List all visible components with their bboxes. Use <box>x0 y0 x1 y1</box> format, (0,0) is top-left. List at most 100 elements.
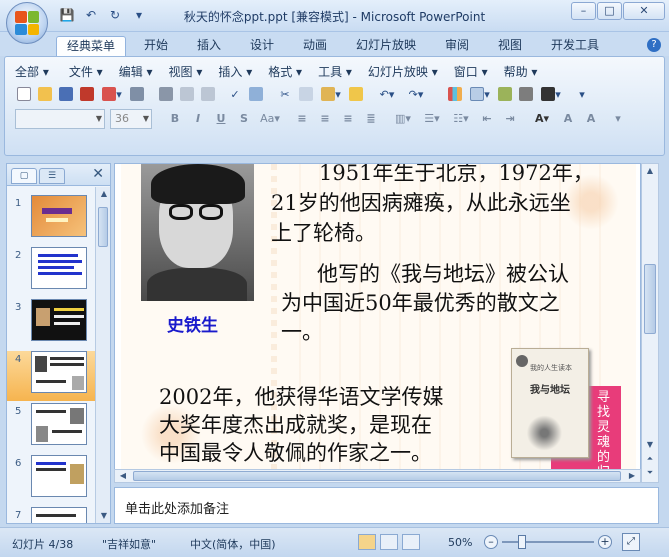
menu-all[interactable]: 全部 ▾ <box>15 63 49 80</box>
copy-icon[interactable] <box>297 85 315 103</box>
bold-button[interactable]: B <box>165 109 185 129</box>
new-icon[interactable] <box>15 85 33 103</box>
slide-vertical-scrollbar[interactable]: ▲ ▼ ⏶ ⏷ <box>641 163 659 483</box>
scroll-left-icon[interactable]: ◀ <box>115 470 131 482</box>
slide-thumb-7[interactable]: 7 <box>7 507 95 523</box>
previous-slide-icon[interactable]: ⏶ <box>642 452 658 466</box>
menu-file[interactable]: 文件 ▾ <box>69 63 103 80</box>
menu-window[interactable]: 窗口 ▾ <box>454 63 488 80</box>
slide-sorter-icon[interactable] <box>380 534 398 550</box>
open-icon[interactable] <box>36 85 54 103</box>
tab-developer[interactable]: 开发工具 <box>547 36 603 56</box>
menu-slideshow[interactable]: 幻灯片放映 ▾ <box>368 63 438 80</box>
slide-thumb-3[interactable]: 3 <box>7 299 95 349</box>
slide-thumb-2[interactable]: 2 <box>7 247 95 297</box>
notes-pane[interactable]: 单击此处添加备注 <box>114 487 659 524</box>
justify-icon[interactable]: ≣ <box>361 109 381 129</box>
zoom-slider-track[interactable] <box>502 541 594 543</box>
font-color-icon[interactable]: A▾ <box>529 109 555 129</box>
scroll-down-icon[interactable]: ▼ <box>96 509 112 523</box>
scroll-thumb[interactable] <box>98 207 108 247</box>
font-size-combo[interactable]: 36 ▼ <box>110 109 152 129</box>
slides-pane-scrollbar[interactable]: ▲ ▼ <box>95 187 110 523</box>
scroll-right-icon[interactable]: ▶ <box>624 470 640 482</box>
slideshow-view-icon[interactable] <box>402 534 420 550</box>
font-name-combo[interactable]: ▼ <box>15 109 105 129</box>
increase-indent-icon[interactable]: ⇥ <box>500 109 520 129</box>
scroll-up-icon[interactable]: ▲ <box>96 187 112 201</box>
tab-animation[interactable]: 动画 <box>299 36 331 56</box>
scroll-thumb[interactable] <box>133 471 621 481</box>
menu-format[interactable]: 格式 ▾ <box>268 63 302 80</box>
close-button[interactable]: ✕ <box>623 2 665 20</box>
permission-icon[interactable] <box>78 85 96 103</box>
italic-button[interactable]: I <box>188 109 208 129</box>
menu-insert[interactable]: 插入 ▾ <box>218 63 252 80</box>
slide-thumb-5[interactable]: 5 <box>7 403 95 453</box>
slide-thumb-4[interactable]: 4 <box>7 351 95 401</box>
menu-edit[interactable]: 编辑 ▾ <box>119 63 153 80</box>
tab-insert[interactable]: 插入 <box>193 36 225 56</box>
tab-review[interactable]: 审阅 <box>441 36 473 56</box>
slide-thumb-6[interactable]: 6 <box>7 455 95 505</box>
menu-tools[interactable]: 工具 ▾ <box>318 63 352 80</box>
table-icon[interactable]: ▾ <box>467 85 493 103</box>
slide-horizontal-scrollbar[interactable]: ◀ ▶ <box>114 469 641 483</box>
color-view-icon[interactable]: ▾ <box>538 85 564 103</box>
paste-icon[interactable]: ▾ <box>318 85 344 103</box>
research-icon[interactable] <box>247 85 265 103</box>
tab-view[interactable]: 视图 <box>494 36 526 56</box>
columns-icon[interactable]: ▥▾ <box>390 109 416 129</box>
grayscale-icon[interactable] <box>517 85 535 103</box>
grow-font-icon[interactable]: A <box>558 109 578 129</box>
tab-outline[interactable]: ☰ <box>39 168 65 184</box>
undo-icon[interactable]: ↶▾ <box>374 85 400 103</box>
email-icon[interactable]: ▾ <box>99 85 125 103</box>
menu-view[interactable]: 视图 ▾ <box>169 63 203 80</box>
decrease-indent-icon[interactable]: ⇤ <box>477 109 497 129</box>
language-indicator[interactable]: 中文(简体，中国) <box>190 536 276 552</box>
next-slide-icon[interactable]: ⏷ <box>642 466 658 480</box>
spell-check-icon[interactable] <box>199 85 217 103</box>
scroll-up-icon[interactable]: ▲ <box>642 164 658 178</box>
insert-picture-icon[interactable] <box>496 85 514 103</box>
shrink-font-icon[interactable]: A <box>581 109 601 129</box>
expand-toolbar-icon[interactable]: ▾ <box>573 85 591 103</box>
align-left-icon[interactable]: ≡ <box>292 109 312 129</box>
help-icon[interactable]: ? <box>647 38 661 52</box>
menu-help[interactable]: 帮助 ▾ <box>504 63 538 80</box>
align-right-icon[interactable]: ≡ <box>338 109 358 129</box>
slide-canvas[interactable]: 史铁生 1951年生于北京，1972年， 21岁的他因病瘫痪，从此永远坐 上了轮… <box>121 164 636 474</box>
scroll-down-icon[interactable]: ▼ <box>642 438 658 452</box>
save-icon[interactable] <box>57 85 75 103</box>
normal-view-icon[interactable] <box>358 534 376 550</box>
maximize-button[interactable]: □ <box>597 2 622 20</box>
tab-slides[interactable]: ▢ <box>11 168 37 184</box>
slide-thumb-1[interactable]: 1 <box>7 195 95 245</box>
redo-icon[interactable]: ↷▾ <box>403 85 429 103</box>
zoom-level[interactable]: 50% <box>448 536 472 549</box>
shadow-button[interactable]: S <box>234 109 254 129</box>
scroll-thumb[interactable] <box>644 264 656 334</box>
print-icon[interactable] <box>157 85 175 103</box>
print-preview-icon[interactable] <box>178 85 196 103</box>
publish-icon[interactable] <box>128 85 146 103</box>
zoom-slider-thumb[interactable] <box>518 535 526 549</box>
chart-icon[interactable] <box>446 85 464 103</box>
cut-icon[interactable]: ✂ <box>276 85 294 103</box>
fit-to-window-icon[interactable]: ⤢ <box>622 533 640 551</box>
align-center-icon[interactable]: ≡ <box>315 109 335 129</box>
change-case-button[interactable]: Aa▾ <box>257 109 283 129</box>
expand-format-icon[interactable]: ▾ <box>608 109 628 129</box>
bullets-icon[interactable]: ☷▾ <box>448 109 474 129</box>
close-icon[interactable]: ✕ <box>92 166 104 182</box>
tab-classic-menu[interactable]: 经典菜单 <box>56 36 127 56</box>
zoom-in-icon[interactable]: + <box>598 535 612 549</box>
zoom-out-icon[interactable]: – <box>484 535 498 549</box>
office-button[interactable] <box>6 2 48 44</box>
format-painter-icon[interactable] <box>347 85 365 103</box>
minimize-button[interactable]: – <box>571 2 596 20</box>
tab-home[interactable]: 开始 <box>140 36 172 56</box>
numbering-icon[interactable]: ☰▾ <box>419 109 445 129</box>
tab-design[interactable]: 设计 <box>246 36 278 56</box>
